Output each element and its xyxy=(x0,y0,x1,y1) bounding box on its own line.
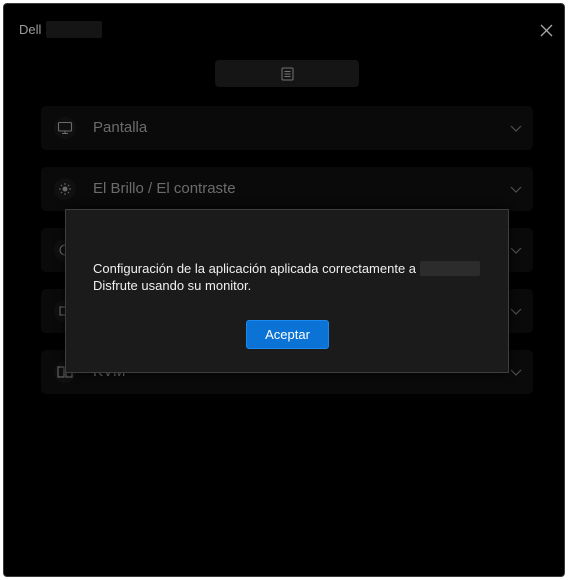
accept-button[interactable]: Aceptar xyxy=(246,320,329,349)
confirmation-dialog: Configuración de la aplicación aplicada … xyxy=(65,209,509,373)
app-window: Dell Pantalla El Brillo / El contraste C… xyxy=(3,3,565,577)
dialog-message-line2: Disfrute usando su monitor. xyxy=(93,278,252,293)
redacted-model-name xyxy=(420,261,481,276)
dialog-message-line1: Configuración de la aplicación aplicada … xyxy=(93,261,417,276)
dialog-message: Configuración de la aplicación aplicada … xyxy=(93,260,493,294)
